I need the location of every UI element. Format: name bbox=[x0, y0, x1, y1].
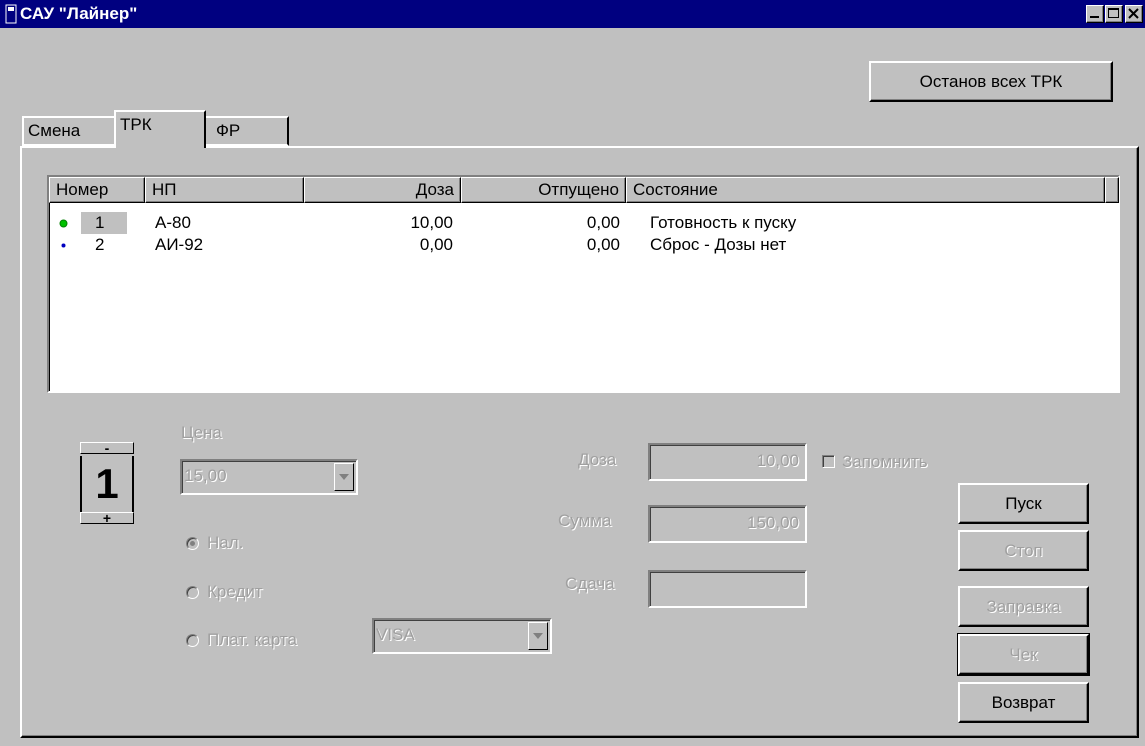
fuel-button[interactable]: Заправка bbox=[958, 586, 1089, 627]
column-header-state[interactable]: Состояние bbox=[626, 177, 1105, 203]
cash-radio[interactable] bbox=[186, 537, 199, 550]
minimize-icon bbox=[1090, 16, 1099, 18]
column-header-dose[interactable]: Доза bbox=[304, 177, 461, 203]
app-icon bbox=[5, 4, 17, 24]
card-type-value: VISA bbox=[376, 625, 415, 644]
row-dose: 10,00 bbox=[410, 213, 453, 232]
increment-button[interactable]: + bbox=[80, 511, 134, 525]
tab-smena-label: Смена bbox=[28, 121, 81, 140]
change-field[interactable] bbox=[648, 570, 807, 608]
tab-trk-label: ТРК bbox=[120, 115, 152, 134]
column-header-dispensed[interactable]: Отпущено bbox=[461, 177, 626, 203]
maximize-icon bbox=[1108, 8, 1119, 18]
window-title: САУ "Лайнер" bbox=[20, 4, 138, 23]
row-dose: 0,00 bbox=[419, 235, 453, 254]
dispenser-list[interactable]: Номер НП Доза Отпущено Состояние 1 А-80 … bbox=[47, 175, 1120, 393]
column-header-product[interactable]: НП bbox=[145, 177, 304, 203]
column-header-number[interactable]: Номер bbox=[49, 177, 145, 203]
row-dispensed: 0,00 bbox=[586, 213, 620, 232]
credit-label: Кредит bbox=[207, 582, 263, 601]
sum-label: Сумма bbox=[558, 511, 612, 530]
dispenser-number: 1 bbox=[80, 456, 134, 512]
chevron-down-icon bbox=[339, 474, 349, 480]
maximize-button[interactable] bbox=[1105, 5, 1123, 23]
close-icon bbox=[1128, 8, 1139, 19]
card-radio[interactable] bbox=[186, 634, 199, 647]
price-value: 15,00 bbox=[184, 466, 227, 485]
tab-trk[interactable]: ТРК bbox=[114, 110, 206, 148]
row-number: 1 bbox=[81, 212, 127, 234]
change-label: Сдача bbox=[565, 574, 615, 593]
chevron-down-icon bbox=[533, 633, 543, 639]
decrement-button[interactable]: - bbox=[80, 441, 134, 455]
tab-fr-label: ФР bbox=[216, 121, 241, 140]
sum-field[interactable]: 150,00 bbox=[648, 505, 807, 543]
minimize-button[interactable] bbox=[1086, 5, 1104, 23]
stop-all-button[interactable]: Останов всех ТРК bbox=[869, 61, 1113, 102]
row-state: Готовность к пуску bbox=[650, 213, 797, 232]
start-button[interactable]: Пуск bbox=[958, 483, 1089, 524]
return-button[interactable]: Возврат bbox=[958, 682, 1089, 723]
row-number: 2 bbox=[95, 235, 105, 254]
row-state: Сброс - Дозы нет bbox=[650, 235, 787, 254]
status-indicator-icon bbox=[59, 219, 68, 228]
price-label: Цена bbox=[181, 423, 222, 442]
card-label: Плат. карта bbox=[207, 630, 297, 649]
credit-radio[interactable] bbox=[186, 586, 199, 599]
column-header-filler bbox=[1105, 177, 1119, 203]
tab-smena[interactable]: Смена bbox=[22, 116, 116, 146]
tab-fr[interactable]: ФР bbox=[204, 116, 289, 146]
price-dropdown-button[interactable] bbox=[334, 463, 354, 491]
row-dispensed: 0,00 bbox=[586, 235, 620, 254]
dose-label: Доза bbox=[578, 450, 617, 469]
table-row[interactable]: 1 А-80 10,00 0,00 Готовность к пуску bbox=[49, 212, 1118, 234]
price-select[interactable]: 15,00 bbox=[180, 459, 358, 495]
title-bar[interactable]: САУ "Лайнер" bbox=[0, 0, 1145, 28]
card-type-dropdown-button[interactable] bbox=[528, 622, 548, 650]
row-product: А-80 bbox=[155, 213, 191, 232]
remember-label: Запомнить bbox=[842, 452, 928, 471]
stop-button[interactable]: Стоп bbox=[958, 530, 1089, 571]
dose-field[interactable]: 10,00 bbox=[648, 443, 807, 481]
cash-label: Нал. bbox=[207, 533, 244, 552]
close-button[interactable] bbox=[1125, 5, 1143, 23]
remember-checkbox[interactable] bbox=[822, 455, 835, 468]
card-type-select[interactable]: VISA bbox=[372, 618, 552, 654]
row-product: АИ-92 bbox=[155, 235, 204, 254]
status-indicator-icon bbox=[61, 243, 66, 248]
table-row[interactable]: 2 АИ-92 0,00 0,00 Сброс - Дозы нет bbox=[49, 234, 1118, 256]
receipt-button[interactable]: Чек bbox=[957, 633, 1090, 676]
